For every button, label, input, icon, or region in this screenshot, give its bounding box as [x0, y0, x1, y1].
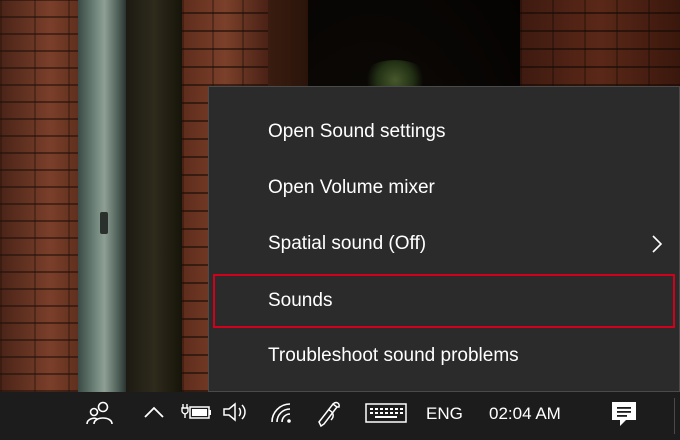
people-icon[interactable] — [86, 400, 114, 426]
notification-icon[interactable] — [610, 400, 638, 428]
menu-item-label: Open Volume mixer — [268, 177, 435, 198]
show-desktop-divider[interactable] — [674, 398, 675, 434]
metal-pillar — [78, 0, 126, 392]
language-indicator[interactable]: ENG — [426, 392, 463, 440]
menu-item-troubleshoot[interactable]: Troubleshoot sound problems — [209, 331, 679, 381]
chevron-up-icon[interactable] — [143, 404, 165, 420]
clock[interactable]: 02:04 AM — [489, 392, 561, 440]
menu-item-spatial-sound[interactable]: Spatial sound (Off) — [209, 219, 679, 269]
menu-item-label: Troubleshoot sound problems — [268, 345, 519, 366]
battery-plug-icon[interactable] — [180, 402, 212, 422]
door-handle — [100, 212, 108, 234]
pen-icon[interactable] — [315, 400, 345, 428]
taskbar: ENG 02:04 AM — [0, 392, 680, 440]
menu-item-label: Spatial sound (Off) — [268, 233, 427, 254]
chevron-right-icon — [652, 235, 663, 253]
brick-wall-left — [0, 0, 84, 392]
sound-context-menu: Open Sound settings Open Volume mixer Sp… — [208, 86, 680, 392]
speaker-icon[interactable] — [222, 401, 252, 423]
sounds-highlight-box — [213, 274, 675, 328]
dark-door — [126, 0, 182, 392]
menu-item-label: Open Sound settings — [268, 121, 446, 142]
keyboard-icon[interactable] — [365, 403, 407, 423]
wifi-icon[interactable] — [270, 402, 296, 424]
menu-item-open-sound-settings[interactable]: Open Sound settings — [209, 107, 679, 157]
menu-item-open-volume-mixer[interactable]: Open Volume mixer — [209, 163, 679, 213]
